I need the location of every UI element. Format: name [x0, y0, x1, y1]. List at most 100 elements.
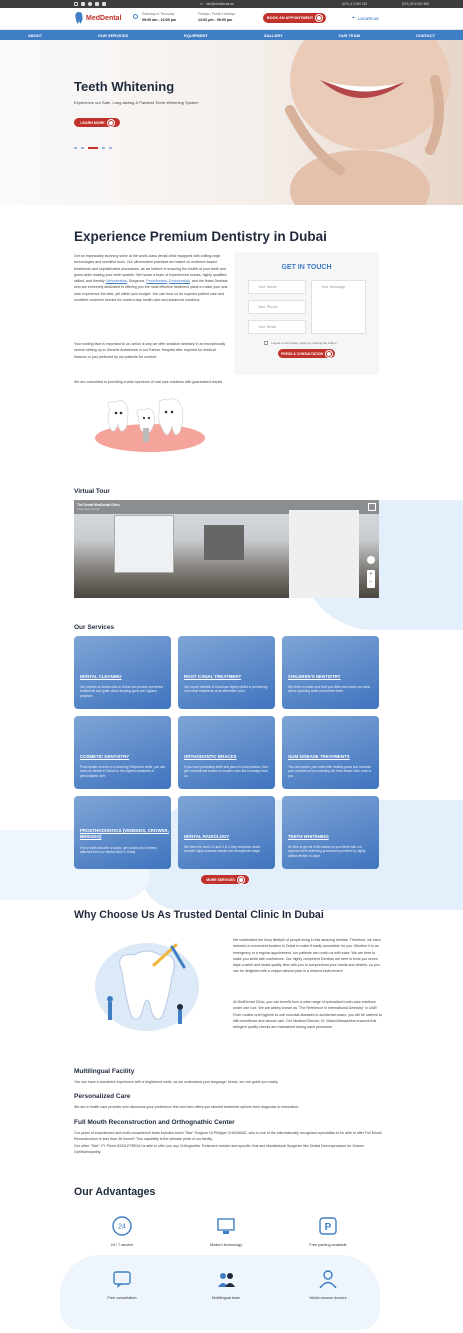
service-title[interactable]: TEETH WHITENING [288, 834, 329, 840]
locate-us-link[interactable]: LOCATE US [358, 17, 379, 21]
nav-equipment[interactable]: EQUIPMENT [184, 33, 208, 38]
phone-field[interactable]: Your Phone [248, 300, 306, 314]
service-card-orthodontic-braces[interactable]: ORTHODONTIC BRACES If you have protrudin… [178, 716, 275, 789]
compass-icon[interactable] [367, 556, 375, 564]
intro-paragraph-3: We are committed to providing a wide spe… [74, 380, 224, 384]
message-placeholder: Your Message [321, 285, 346, 289]
tour-window [114, 515, 174, 573]
service-title[interactable]: ROOT CANAL TREATMENT [184, 674, 241, 680]
name-field[interactable]: Your Name [248, 280, 306, 294]
service-desc: Our expert dentists in Dubai are highly … [184, 685, 268, 694]
topbar-email[interactable]: info@meddental.ae [206, 2, 234, 6]
svg-text:P: P [325, 1222, 332, 1233]
service-card-root-canal[interactable]: ROOT CANAL TREATMENT Our expert dentists… [178, 636, 275, 709]
submit-button[interactable]: PRESS & CONSULTATION [278, 349, 335, 358]
zoom-controls[interactable]: + − [367, 570, 375, 588]
service-card-cosmetic-dentistry[interactable]: COSMETIC DENTISTRY From dental veneers t… [74, 716, 171, 789]
services-title: Our Services [74, 624, 115, 631]
slider-dot[interactable] [81, 147, 84, 149]
nav-our-services[interactable]: OUR SERVICES [98, 33, 128, 38]
topbar-phone-2[interactable]: (971) 55 6 961 555 [402, 2, 429, 6]
facebook-icon[interactable] [81, 2, 85, 6]
service-desc: You can restore your smile with healthy … [288, 765, 372, 778]
nav-our-team[interactable]: OUR TEAM [339, 33, 360, 38]
slider-dot-active[interactable] [88, 147, 98, 149]
service-title[interactable]: GUM DISEASE TREATMENTS [288, 754, 350, 760]
intro-paragraph-1: Get an impeccably stunning smile at the … [74, 253, 228, 303]
advantage-item: Free consultation [82, 1268, 162, 1300]
virtual-tour-title: Virtual Tour [74, 488, 110, 495]
feature-text-personalized: We are a health care provider who discus… [74, 1105, 300, 1109]
email-field[interactable]: Your Email [248, 320, 306, 334]
virtual-tour-viewer[interactable]: The Dental MedDental Clinic powered by G… [74, 500, 379, 598]
book-appointment-label: BOOK AN APPOINTMENT [266, 16, 314, 20]
slider-dot[interactable] [74, 147, 77, 149]
phone-placeholder: Your Phone [258, 305, 278, 309]
linkedin-icon[interactable] [102, 2, 106, 6]
slider-dot[interactable] [109, 147, 112, 149]
service-title[interactable]: PROSTHODONTICS (VENEERS, CROWNS, BRIDGES… [80, 828, 171, 839]
link-orthodontists[interactable]: Orthodontists [106, 279, 127, 283]
advantage-item: 24 24 / 7 service [82, 1215, 162, 1247]
service-title[interactable]: ORTHODONTIC BRACES [184, 754, 236, 760]
service-card-childrens-dentistry[interactable]: CHILDREN'S DENTISTRY We strive to make s… [282, 636, 379, 709]
feature-title-reconstruction: Full Mouth Reconstruction and Orthognath… [74, 1119, 235, 1126]
technology-icon [217, 1218, 235, 1234]
advantage-label: 24 / 7 service [110, 1243, 134, 1247]
service-title[interactable]: DENTAL RADIOLOGY [184, 834, 229, 840]
advantages-title: Our Advantages [74, 1186, 156, 1198]
slider-dot[interactable] [102, 147, 105, 149]
book-appointment-button[interactable]: BOOK AN APPOINTMENT [263, 13, 326, 23]
youtube-icon[interactable] [95, 2, 99, 6]
learn-more-label: LEARN MORE [80, 120, 105, 125]
feature-text-reconstruction-2: Our other "Star", Pr. Pierre BOULETREAU … [74, 1144, 364, 1155]
instagram-icon[interactable] [74, 2, 78, 6]
consent-checkbox[interactable] [264, 341, 268, 345]
submit-label: PRESS & CONSULTATION [280, 351, 323, 356]
logo-text: MedDental [86, 14, 122, 22]
hero-subtitle: Experience our Safe, Long-lasting & Pain… [74, 100, 199, 105]
tour-monitor [204, 525, 244, 560]
service-title[interactable]: COSMETIC DENTISTRY [80, 754, 129, 760]
service-desc: We have the best 2-D and 3-D X-Ray machi… [184, 845, 261, 854]
service-title[interactable]: CHILDREN'S DENTISTRY [288, 674, 341, 680]
nav-gallery[interactable]: GALLERY [264, 33, 283, 38]
arrow-icon [107, 119, 114, 126]
tour-sublabel: powered by Google [77, 508, 100, 511]
nav-contact[interactable]: CONTACT [416, 33, 435, 38]
message-field[interactable]: Your Message [311, 280, 366, 334]
location-pin-icon: ⌖ [352, 15, 355, 21]
hours-value-1: 09:00 am - 10:00 pm [142, 18, 177, 22]
service-card-gum-disease[interactable]: GUM DISEASE TREATMENTS You can restore y… [282, 716, 379, 789]
topbar-phone-1[interactable]: (971) 4 3 000 210 [342, 2, 367, 6]
tooth-logo-icon [75, 12, 83, 24]
more-services-button[interactable]: MORE SERVICES [201, 875, 249, 884]
hero-title: Teeth Whitening [74, 79, 175, 94]
nav-about[interactable]: ABOUT [28, 33, 42, 38]
why-paragraph-2: At MedDental Clinic, you can benefit fro… [233, 1000, 382, 1030]
learn-more-button[interactable]: LEARN MORE [74, 118, 120, 127]
service-title[interactable]: DENTAL CLEANING [80, 674, 122, 680]
email-placeholder: Your Email [258, 325, 277, 329]
service-card-teeth-whitening[interactable]: TEETH WHITENING It's time to get rid of … [282, 796, 379, 869]
arrow-icon [316, 15, 323, 21]
service-desc: We strive to make sure that your little … [288, 685, 371, 694]
top-bar: ✉ info@meddental.ae (971) 4 3 000 210 (9… [0, 0, 463, 8]
giant-tooth-illustration [95, 943, 199, 1031]
feature-title-personalized: Personalized Care [74, 1093, 131, 1100]
twitter-icon[interactable] [88, 2, 92, 6]
advantage-item: P Free parking available [288, 1215, 368, 1247]
service-card-dental-radiology[interactable]: DENTAL RADIOLOGY We have the best 2-D an… [178, 796, 275, 869]
service-card-prosthodontics[interactable]: PROSTHODONTICS (VENEERS, CROWNS, BRIDGES… [74, 796, 171, 869]
link-periodontists[interactable]: Periodontists [146, 279, 167, 283]
advantage-label: Multilingual team [211, 1296, 241, 1300]
consultation-icon [113, 1271, 131, 1288]
site-header: MedDental Saturday to Thursday 09:00 am … [0, 8, 463, 30]
intro-paragraph-2: Your smiling face is important to us, wh… [74, 342, 226, 359]
fullscreen-icon[interactable] [368, 503, 376, 511]
link-endodontists[interactable]: Endodontists [169, 279, 190, 283]
social-links [74, 2, 106, 6]
service-card-dental-cleaning[interactable]: DENTAL CLEANING Our experts at dental cl… [74, 636, 171, 709]
svg-text:24: 24 [118, 1224, 126, 1231]
logo[interactable]: MedDental [74, 11, 121, 25]
